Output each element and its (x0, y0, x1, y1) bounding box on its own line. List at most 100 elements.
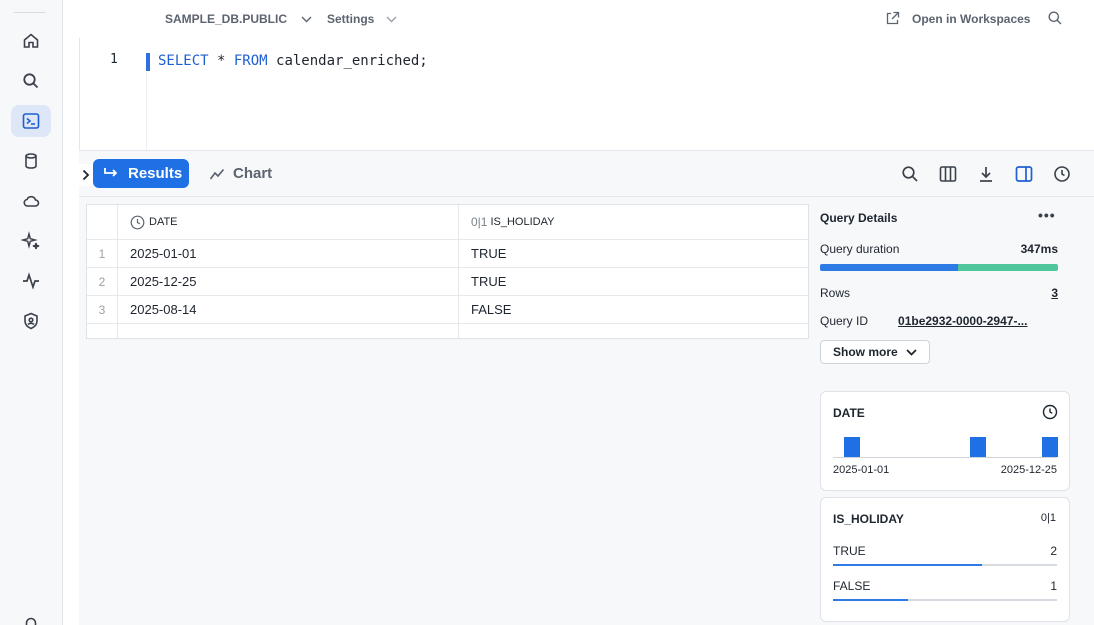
cell-is-holiday[interactable]: FALSE (459, 296, 808, 323)
histogram-bar (844, 437, 860, 457)
editor-guide (146, 71, 147, 150)
sidebar-panel-icon (1015, 166, 1033, 182)
results-toolbar: Results Chart (79, 150, 1094, 197)
cell-empty (459, 324, 808, 338)
row-index: 2 (87, 268, 118, 295)
date-max-label: 2025-12-25 (1000, 464, 1057, 476)
tab-results[interactable]: Results (93, 159, 189, 188)
tab-chart-label: Chart (233, 165, 273, 182)
cell-is-holiday[interactable]: TRUE (459, 268, 808, 295)
category-label: FALSE (833, 579, 871, 593)
columns-button[interactable] (937, 163, 959, 185)
toggle-details-panel-button[interactable] (1013, 163, 1035, 185)
terminal-icon (22, 113, 40, 129)
external-link-icon (886, 11, 900, 25)
sql-code-line[interactable]: SELECT * FROM calendar_enriched; (158, 53, 428, 69)
download-button[interactable] (975, 163, 997, 185)
line-number: 1 (110, 52, 118, 67)
return-arrow-icon (104, 167, 118, 177)
columns-icon (939, 166, 957, 182)
home-nav-button[interactable] (11, 25, 51, 57)
database-icon (25, 153, 37, 169)
search-icon (1048, 11, 1062, 25)
worksheets-nav-button[interactable] (11, 105, 51, 137)
date-card-title: DATE (833, 406, 865, 420)
open-in-workspaces-link[interactable]: Open in Workspaces (885, 11, 1030, 26)
column-header-is-holiday-label: IS_HOLIDAY (490, 216, 555, 228)
governance-nav-button[interactable] (11, 305, 51, 337)
boolean-type-icon: 0|1 (471, 215, 488, 229)
clock-icon (1054, 166, 1070, 182)
tab-results-label: Results (128, 165, 183, 182)
top-toolbar: SAMPLE_DB.PUBLIC Settings Open in Worksp… (79, 0, 1094, 38)
chevron-down-icon (906, 348, 917, 356)
histogram-axis (833, 457, 1057, 458)
category-track (833, 564, 1057, 566)
tab-chart[interactable]: Chart (209, 159, 272, 188)
open-workspaces-label: Open in Workspaces (912, 11, 1031, 26)
query-id-row: Query ID 01be2932-0000-2947-... (820, 314, 1058, 328)
query-id-label: Query ID (820, 314, 869, 328)
search-icon (902, 166, 918, 182)
table-row[interactable]: 2 2025-12-25 TRUE (87, 268, 808, 296)
cell-date[interactable]: 2025-01-01 (118, 240, 459, 267)
row-index-empty (87, 324, 118, 338)
chevron-down-icon (386, 16, 397, 22)
cell-date[interactable]: 2025-08-14 (118, 296, 459, 323)
query-id-link[interactable]: 01be2932-0000-2947-... (898, 314, 1027, 328)
notifications-nav-button[interactable] (11, 608, 51, 625)
duration-bar-compile (820, 264, 959, 271)
column-header-date[interactable]: DATE (118, 205, 459, 239)
gutter (63, 0, 79, 625)
home-icon (23, 33, 39, 48)
bell-icon (25, 617, 37, 625)
activity-icon (23, 272, 39, 290)
expand-panel-button[interactable] (79, 164, 93, 186)
keyword-from: FROM (233, 53, 268, 69)
category-label: TRUE (833, 544, 866, 558)
ellipsis-icon: ••• (1038, 207, 1056, 223)
query-duration-label: Query duration (820, 242, 900, 256)
date-min-label: 2025-01-01 (833, 464, 890, 476)
search-icon (23, 73, 39, 89)
results-grid: DATE 0|1 IS_HOLIDAY 1 2025-01-01 TRUE 2 … (86, 204, 809, 339)
active-line-marker (146, 53, 150, 71)
database-label: SAMPLE_DB.PUBLIC (165, 12, 288, 26)
search-results-button[interactable] (899, 163, 921, 185)
sql-editor[interactable]: 1 SELECT * FROM calendar_enriched; (79, 38, 1094, 150)
database-selector[interactable]: SAMPLE_DB.PUBLIC (165, 12, 312, 26)
data-nav-button[interactable] (11, 145, 51, 177)
show-more-button[interactable]: Show more (820, 340, 930, 364)
category-count: 1 (1050, 579, 1057, 593)
code-star: * (208, 53, 234, 69)
grid-header-row: DATE 0|1 IS_HOLIDAY (87, 205, 808, 240)
line-chart-icon (209, 168, 225, 180)
boolean-type-icon: 0|1 (1040, 512, 1056, 524)
rail-divider (14, 12, 46, 13)
category-fill (833, 564, 983, 566)
duration-bar-execute (958, 264, 1058, 271)
table-row[interactable]: 1 2025-01-01 TRUE (87, 240, 808, 268)
sparkle-icon (21, 231, 40, 250)
cell-is-holiday[interactable]: TRUE (459, 240, 808, 267)
query-details-title: Query Details (820, 211, 898, 225)
ai-nav-button[interactable] (11, 225, 51, 257)
column-header-date-label: DATE (149, 216, 178, 228)
rows-value-link[interactable]: 3 (1051, 286, 1058, 300)
column-header-is-holiday[interactable]: 0|1 IS_HOLIDAY (459, 205, 808, 239)
table-row-empty (87, 324, 808, 338)
more-options-button[interactable]: ••• (1038, 207, 1056, 223)
table-row[interactable]: 3 2025-08-14 FALSE (87, 296, 808, 324)
settings-selector[interactable]: Settings (327, 12, 397, 26)
shield-icon (24, 312, 38, 330)
search-nav-button[interactable] (11, 65, 51, 97)
results-area: DATE 0|1 IS_HOLIDAY 1 2025-01-01 TRUE 2 … (79, 197, 1094, 625)
query-history-button[interactable] (1051, 163, 1073, 185)
category-track (833, 599, 1057, 601)
index-header (87, 205, 118, 239)
cloud-icon (23, 195, 40, 207)
monitoring-nav-button[interactable] (11, 265, 51, 297)
cell-date[interactable]: 2025-12-25 (118, 268, 459, 295)
cloud-nav-button[interactable] (11, 185, 51, 217)
top-search-button[interactable] (1047, 10, 1063, 31)
